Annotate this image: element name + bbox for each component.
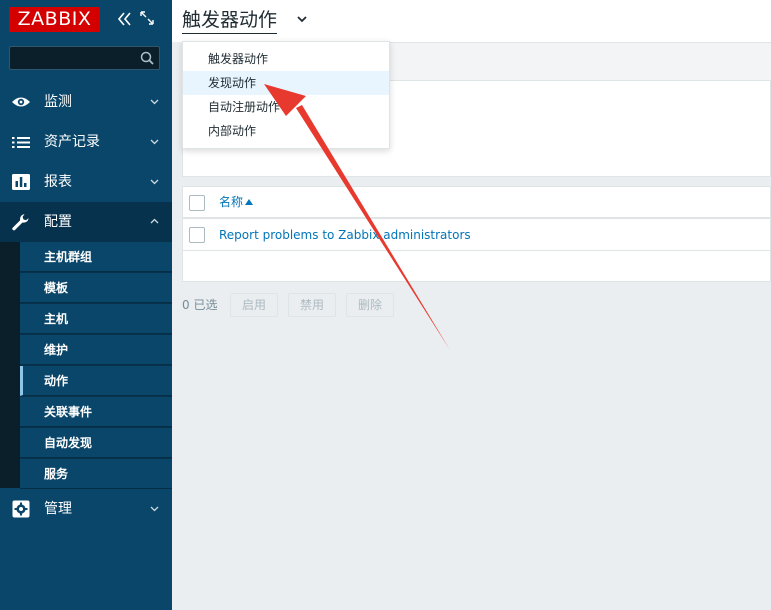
mass-action-bar: 0 已选 启用 禁用 删除 bbox=[182, 293, 442, 317]
menu-label: 配置 bbox=[44, 214, 72, 230]
chevron-down-icon bbox=[150, 139, 159, 145]
disable-button[interactable]: 禁用 bbox=[288, 293, 336, 317]
bar-chart-icon bbox=[12, 174, 30, 190]
submenu-strip bbox=[0, 242, 20, 488]
action-type-dropdown: 触发器动作 发现动作 自动注册动作 内部动作 bbox=[182, 41, 390, 149]
menu-monitoring[interactable]: 监测 bbox=[0, 82, 172, 122]
sort-ascending-icon bbox=[245, 199, 253, 205]
page-title-dropdown[interactable]: 触发器动作 bbox=[182, 5, 278, 34]
menu-label: 资产记录 bbox=[44, 134, 100, 150]
table-row: Report problems to Zabbix administrators bbox=[183, 219, 771, 251]
dropdown-item-trigger-actions[interactable]: 触发器动作 bbox=[183, 47, 389, 71]
menu-inventory[interactable]: 资产记录 bbox=[0, 122, 172, 162]
zabbix-logo[interactable]: ZABBIX bbox=[9, 7, 100, 32]
search-icon[interactable] bbox=[140, 51, 154, 65]
submenu-item-event-correlation[interactable]: 关联事件 bbox=[20, 397, 172, 427]
search-input[interactable] bbox=[10, 47, 135, 69]
dropdown-item-label: 发现动作 bbox=[208, 76, 257, 90]
submenu-label: 关联事件 bbox=[44, 405, 93, 419]
submenu-item-templates[interactable]: 模板 bbox=[20, 273, 172, 303]
submenu-item-maintenance[interactable]: 维护 bbox=[20, 335, 172, 365]
chevron-down-icon bbox=[150, 179, 159, 185]
submenu-item-actions[interactable]: 动作 bbox=[20, 366, 172, 396]
menu-label: 报表 bbox=[44, 174, 72, 190]
menu-reports[interactable]: 报表 bbox=[0, 162, 172, 202]
column-header-name[interactable]: 名称 bbox=[219, 187, 243, 217]
selected-count: 0 已选 bbox=[182, 298, 218, 312]
dropdown-item-internal-actions[interactable]: 内部动作 bbox=[183, 119, 389, 143]
search-box bbox=[9, 46, 160, 70]
action-name-link[interactable]: Report problems to Zabbix administrators bbox=[219, 219, 471, 251]
menu-administration[interactable]: 管理 bbox=[0, 489, 172, 529]
submenu-item-hosts[interactable]: 主机 bbox=[20, 304, 172, 334]
dropdown-item-discovery-actions[interactable]: 发现动作 bbox=[183, 71, 389, 95]
delete-button[interactable]: 删除 bbox=[346, 293, 394, 317]
sidebar: ZABBIX 监测 资产记录 报表 配置 主机群组 模板 主机 维护 动作 关联… bbox=[0, 0, 172, 610]
chevron-up-icon bbox=[150, 218, 159, 224]
submenu-item-services[interactable]: 服务 bbox=[20, 459, 172, 489]
chevron-down-icon bbox=[150, 506, 159, 512]
page-header: 触发器动作 bbox=[172, 0, 771, 42]
submenu-label: 主机 bbox=[44, 312, 69, 326]
chevron-down-icon bbox=[150, 99, 159, 105]
submenu-label: 维护 bbox=[44, 343, 69, 357]
submenu-label: 动作 bbox=[44, 374, 69, 388]
eye-icon bbox=[12, 97, 30, 107]
configuration-submenu: 主机群组 模板 主机 维护 动作 关联事件 自动发现 服务 bbox=[0, 242, 172, 489]
logo-row: ZABBIX bbox=[9, 7, 169, 33]
gear-icon bbox=[12, 500, 30, 518]
chevron-down-icon[interactable] bbox=[297, 14, 307, 24]
kiosk-mode-icon[interactable] bbox=[140, 11, 154, 25]
menu-label: 监测 bbox=[44, 94, 72, 110]
submenu-label: 主机群组 bbox=[44, 250, 93, 264]
submenu-item-discovery[interactable]: 自动发现 bbox=[20, 428, 172, 458]
dropdown-item-autoregistration-actions[interactable]: 自动注册动作 bbox=[183, 95, 389, 119]
row-checkbox[interactable] bbox=[189, 227, 205, 243]
list-icon bbox=[12, 137, 30, 148]
select-all-checkbox[interactable] bbox=[189, 195, 205, 211]
submenu-label: 服务 bbox=[44, 467, 69, 481]
wrench-icon bbox=[12, 214, 29, 231]
collapse-sidebar-icon[interactable] bbox=[115, 10, 133, 28]
actions-table: 名称 Report problems to Zabbix administrat… bbox=[182, 186, 771, 282]
dropdown-item-label: 触发器动作 bbox=[208, 52, 269, 66]
menu-label: 管理 bbox=[44, 501, 72, 517]
submenu-item-host-groups[interactable]: 主机群组 bbox=[20, 242, 172, 272]
menu-configuration[interactable]: 配置 bbox=[0, 202, 172, 242]
dropdown-item-label: 自动注册动作 bbox=[208, 100, 281, 114]
dropdown-item-label: 内部动作 bbox=[208, 124, 257, 138]
submenu-label: 自动发现 bbox=[44, 436, 93, 450]
enable-button[interactable]: 启用 bbox=[230, 293, 278, 317]
table-header-row: 名称 bbox=[183, 187, 771, 219]
submenu-label: 模板 bbox=[44, 281, 69, 295]
